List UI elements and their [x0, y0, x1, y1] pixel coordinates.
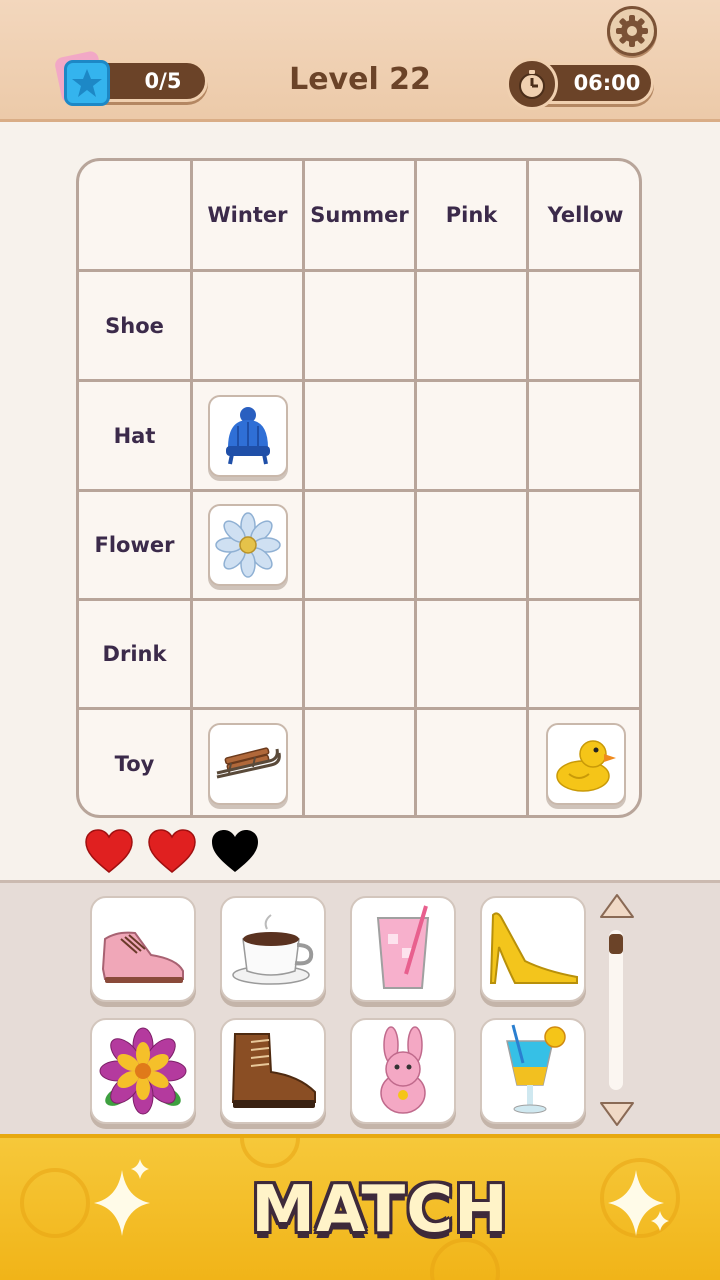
tray-tile[interactable]: [480, 1018, 586, 1124]
sparkle-icon: [651, 1211, 669, 1231]
grid-cell-flower-pink[interactable]: [417, 492, 529, 601]
grid-cell-flower-yellow[interactable]: [529, 492, 639, 601]
rubber-duck-icon: [555, 740, 616, 792]
edelweiss-flower-icon: [214, 512, 281, 578]
tray-tile[interactable]: [220, 1018, 326, 1124]
tray-tile[interactable]: [220, 896, 326, 1002]
grid-cell-flower-summer[interactable]: [305, 492, 417, 601]
row-header-shoe: Shoe: [79, 272, 193, 382]
settings-button[interactable]: [607, 6, 657, 56]
logic-grid: Winter Summer Pink Yellow Shoe Hat Flowe…: [76, 158, 642, 818]
scrollbar-thumb[interactable]: [609, 934, 623, 954]
wooden-sled-icon: [216, 747, 281, 779]
grid-cell-toy-yellow[interactable]: [529, 710, 639, 815]
tray-tile[interactable]: [350, 1018, 456, 1124]
promo-banner: MATCH TILES: [0, 1134, 720, 1280]
column-header-pink: Pink: [417, 161, 529, 272]
brown-boot-icon: [231, 1033, 316, 1108]
score-value: 0/5: [144, 69, 182, 93]
placed-tile[interactable]: [207, 394, 288, 477]
grid-cell-drink-yellow[interactable]: [529, 601, 639, 710]
lost-heart-icon: [212, 830, 258, 872]
grid-cell-drink-pink[interactable]: [417, 601, 529, 710]
blue-beanie-hat-icon: [225, 406, 270, 464]
row-header-toy: Toy: [79, 710, 193, 815]
tray-tile[interactable]: [480, 896, 586, 1002]
pink-oxford-shoe-icon: [101, 931, 184, 983]
triangle-down-icon: [600, 1102, 634, 1126]
pink-bunny-toy-icon: [380, 1026, 426, 1114]
grid-cell-shoe-yellow[interactable]: [529, 272, 639, 382]
scroll-up-button[interactable]: [598, 892, 636, 920]
grid-cell-shoe-summer[interactable]: [305, 272, 417, 382]
grid-cell-hat-summer[interactable]: [305, 382, 417, 492]
row-header-drink: Drink: [79, 601, 193, 710]
row-header-hat: Hat: [79, 382, 193, 492]
yellow-high-heel-icon: [489, 912, 578, 984]
heart-icon: [85, 829, 133, 873]
scrollbar-track[interactable]: [609, 930, 623, 1090]
grid-cell-toy-winter[interactable]: [193, 710, 305, 815]
grid-cell-shoe-winter[interactable]: [193, 272, 305, 382]
grid-cell-toy-pink[interactable]: [417, 710, 529, 815]
stopwatch-icon: [506, 58, 558, 110]
grid-cell-hat-pink[interactable]: [417, 382, 529, 492]
grid-cell-drink-winter[interactable]: [193, 601, 305, 710]
tray-tile[interactable]: [90, 1018, 196, 1124]
level-title: Level 22: [289, 62, 431, 97]
grid-cell-flower-winter[interactable]: [193, 492, 305, 601]
grid-cell-toy-summer[interactable]: [305, 710, 417, 815]
grid-cell-hat-yellow[interactable]: [529, 382, 639, 492]
settings-gear-icon: [616, 15, 648, 47]
tray-tile[interactable]: [350, 896, 456, 1002]
grid-cell-drink-summer[interactable]: [305, 601, 417, 710]
column-header-yellow: Yellow: [529, 161, 639, 272]
lives-indicator: [84, 828, 274, 876]
tropical-cocktail-icon: [506, 1024, 566, 1114]
colorful-flower-icon: [99, 1027, 187, 1115]
pink-lemonade-glass-icon: [376, 905, 430, 989]
grid-cell-shoe-pink[interactable]: [417, 272, 529, 382]
row-header-flower: Flower: [79, 492, 193, 601]
timer-value: 06:00: [573, 71, 641, 95]
triangle-up-icon: [600, 894, 634, 918]
column-header-summer: Summer: [305, 161, 417, 272]
tray-tile[interactable]: [90, 896, 196, 1002]
heart-icon: [148, 829, 196, 873]
banner-title: MATCH TILES: [251, 1173, 509, 1280]
scroll-down-button[interactable]: [598, 1100, 636, 1128]
placed-tile[interactable]: [545, 723, 626, 805]
coffee-cup-icon: [232, 914, 314, 985]
placed-tile[interactable]: [207, 723, 288, 805]
star-badge: [53, 49, 114, 110]
corner-cell: [79, 161, 193, 272]
grid-cell-hat-winter[interactable]: [193, 382, 305, 492]
star-icon: [72, 69, 102, 97]
placed-tile[interactable]: [207, 504, 288, 586]
column-header-winter: Winter: [193, 161, 305, 272]
